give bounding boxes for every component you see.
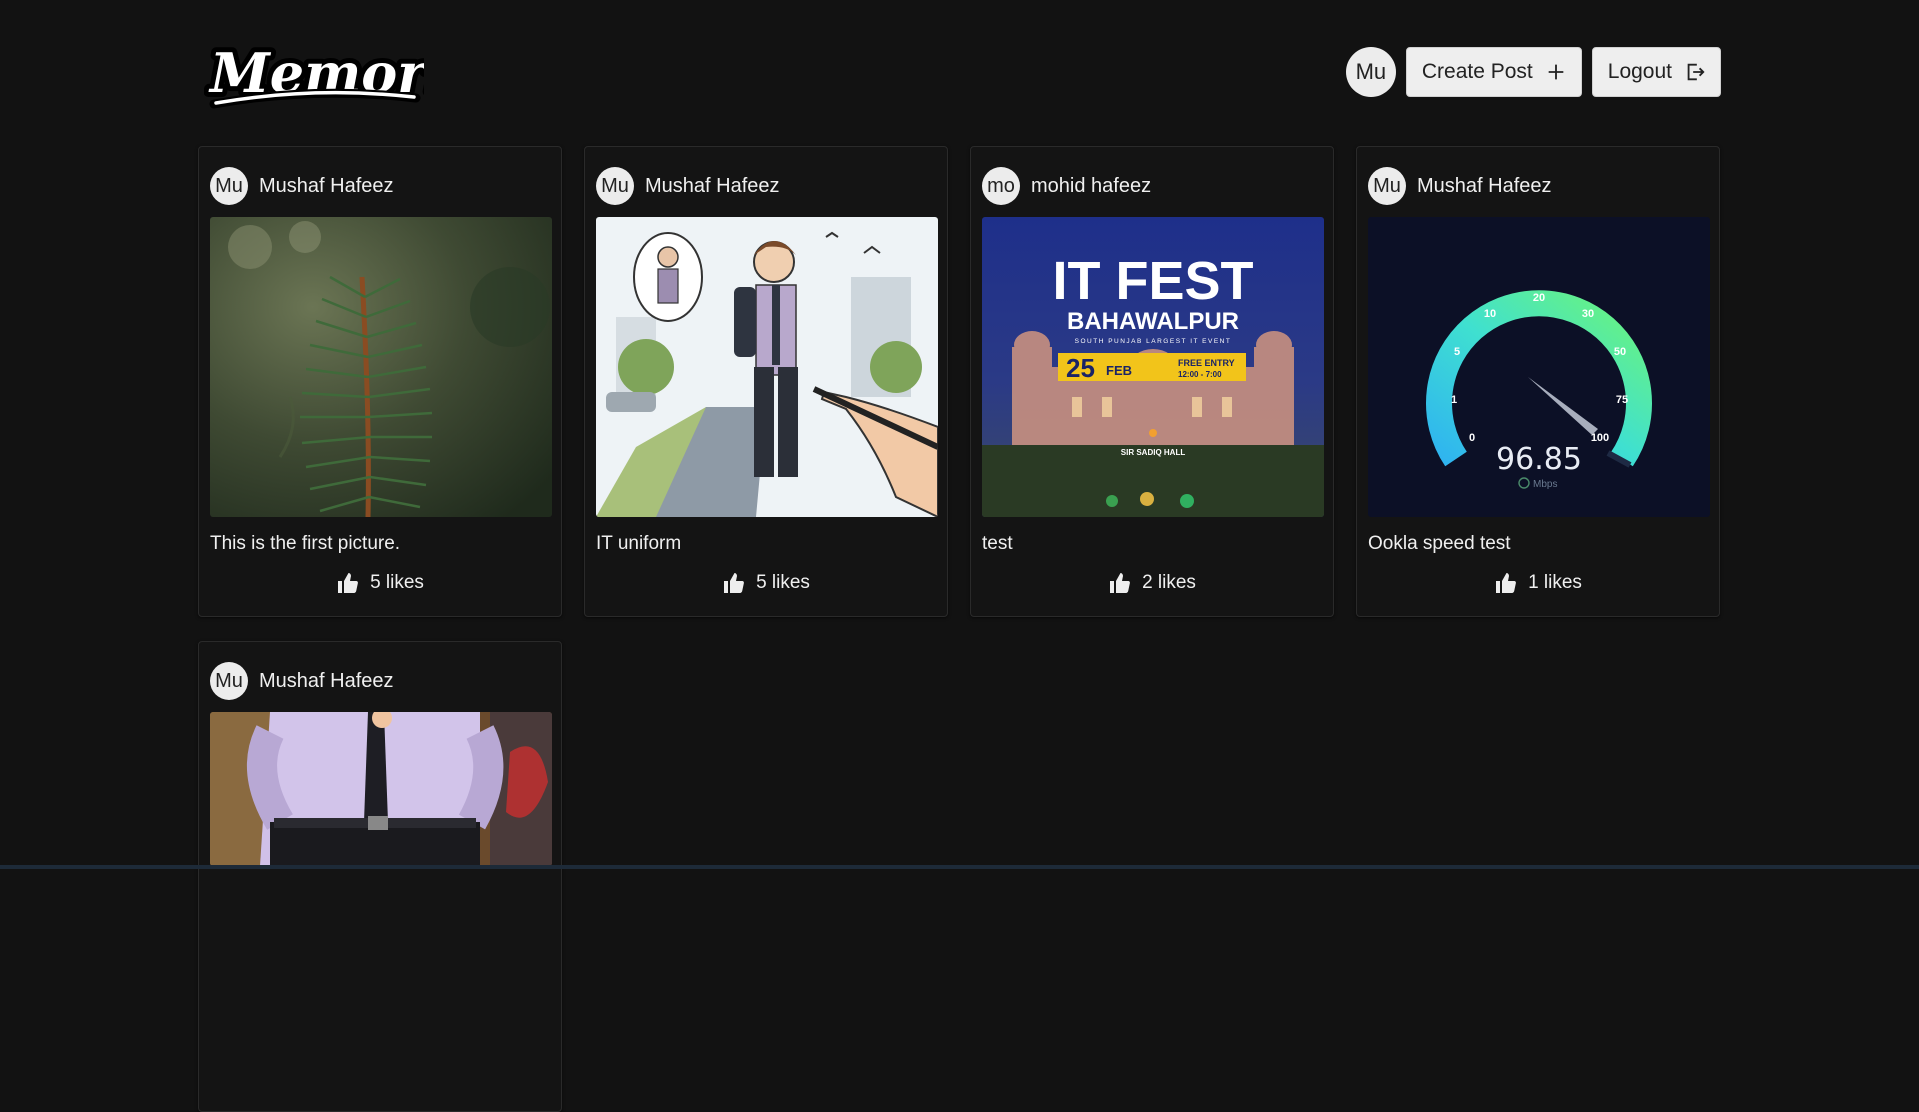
thumbs-up-icon bbox=[1496, 573, 1516, 593]
thumbs-up-icon bbox=[724, 573, 744, 593]
gauge-value: 96.85 bbox=[1496, 442, 1582, 477]
post-image[interactable]: IT FEST BAHAWALPUR SOUTH PUNJAB LARGEST … bbox=[982, 217, 1324, 517]
likes-count: 1 likes bbox=[1528, 572, 1582, 593]
app-header: Memories Memories Mu Create Post Logout bbox=[198, 30, 1721, 116]
poster-month: FEB bbox=[1106, 363, 1132, 378]
post-image[interactable] bbox=[596, 217, 938, 517]
post-card: Mu Mushaf Hafeez bbox=[198, 641, 562, 1112]
poster-time: 12:00 - 7:00 bbox=[1178, 370, 1222, 379]
post-card: mo mohid hafeez IT FEST BAHAWALPUR SOUTH… bbox=[970, 146, 1334, 617]
author-name: Mushaf Hafeez bbox=[1417, 174, 1552, 197]
author-avatar: Mu bbox=[596, 167, 634, 205]
bottom-edge bbox=[0, 865, 1919, 869]
author-avatar: Mu bbox=[210, 662, 248, 700]
gauge-tick: 0 bbox=[1469, 432, 1475, 444]
plus-icon bbox=[1548, 64, 1564, 80]
likes-count: 2 likes bbox=[1142, 572, 1196, 593]
gauge-tick: 75 bbox=[1616, 394, 1628, 406]
post-header: Mu Mushaf Hafeez bbox=[596, 167, 780, 205]
user-avatar[interactable]: Mu bbox=[1345, 47, 1396, 97]
post-card: Mu Mushaf Hafeez bbox=[584, 146, 948, 617]
post-header: Mu Mushaf Hafeez bbox=[210, 167, 394, 205]
poster-tagline: SOUTH PUNJAB LARGEST IT EVENT bbox=[1075, 338, 1232, 345]
post-caption: This is the first picture. bbox=[210, 533, 401, 554]
gauge-tick: 20 bbox=[1533, 292, 1545, 304]
memories-logo[interactable]: Memories Memories bbox=[203, 34, 516, 114]
create-post-label: Create Post bbox=[1421, 60, 1533, 83]
poster-entry: FREE ENTRY bbox=[1178, 358, 1235, 368]
poster-date: 25 bbox=[1066, 353, 1095, 383]
post-caption: Ookla speed test bbox=[1368, 533, 1511, 554]
logout-button[interactable]: Logout bbox=[1591, 47, 1721, 97]
like-button[interactable]: 5 likes bbox=[199, 571, 561, 595]
author-avatar: Mu bbox=[1368, 167, 1406, 205]
logout-label: Logout bbox=[1607, 60, 1672, 83]
post-image[interactable] bbox=[210, 217, 552, 517]
like-button[interactable]: 1 likes bbox=[1357, 571, 1719, 595]
poster-title: IT FEST bbox=[1053, 251, 1254, 311]
thumbs-up-icon bbox=[1110, 573, 1130, 593]
author-avatar: mo bbox=[982, 167, 1020, 205]
poster-city: BAHAWALPUR bbox=[1067, 308, 1239, 335]
post-image[interactable]: 0 1 5 10 20 30 50 75 100 96.85 Mbps bbox=[1368, 217, 1710, 517]
header-actions: Mu Create Post Logout bbox=[1345, 47, 1721, 97]
author-name: mohid hafeez bbox=[1031, 174, 1152, 197]
gauge-tick: 10 bbox=[1484, 308, 1496, 320]
author-name: Mushaf Hafeez bbox=[645, 174, 780, 197]
create-post-button[interactable]: Create Post bbox=[1405, 47, 1582, 97]
author-name: Mushaf Hafeez bbox=[259, 174, 394, 197]
gauge-tick: 5 bbox=[1454, 346, 1460, 358]
author-avatar: Mu bbox=[210, 167, 248, 205]
post-caption: test bbox=[982, 533, 1013, 554]
likes-count: 5 likes bbox=[370, 572, 424, 593]
like-button[interactable]: 2 likes bbox=[971, 571, 1333, 595]
post-card: Mu Mushaf Hafeez 0 1 5 10 20 30 50 75 10… bbox=[1356, 146, 1720, 617]
like-button[interactable]: 5 likes bbox=[585, 571, 947, 595]
gauge-unit: Mbps bbox=[1533, 479, 1557, 490]
post-header: mo mohid hafeez bbox=[982, 167, 1151, 205]
post-header: Mu Mushaf Hafeez bbox=[1368, 167, 1552, 205]
author-name: Mushaf Hafeez bbox=[259, 669, 394, 692]
poster-venue: SIR SADIQ HALL bbox=[1121, 448, 1186, 457]
post-header: Mu Mushaf Hafeez bbox=[210, 662, 394, 700]
gauge-tick: 30 bbox=[1582, 308, 1594, 320]
gauge-tick: 50 bbox=[1614, 346, 1626, 358]
thumbs-up-icon bbox=[338, 573, 358, 593]
gauge-tick: 100 bbox=[1591, 432, 1609, 444]
logout-icon bbox=[1687, 63, 1705, 81]
post-card: Mu Mushaf Hafeez This is the first pictu… bbox=[198, 146, 562, 617]
post-image[interactable] bbox=[210, 712, 552, 866]
post-caption: IT uniform bbox=[596, 533, 682, 554]
gauge-tick: 1 bbox=[1451, 394, 1457, 406]
likes-count: 5 likes bbox=[756, 572, 810, 593]
